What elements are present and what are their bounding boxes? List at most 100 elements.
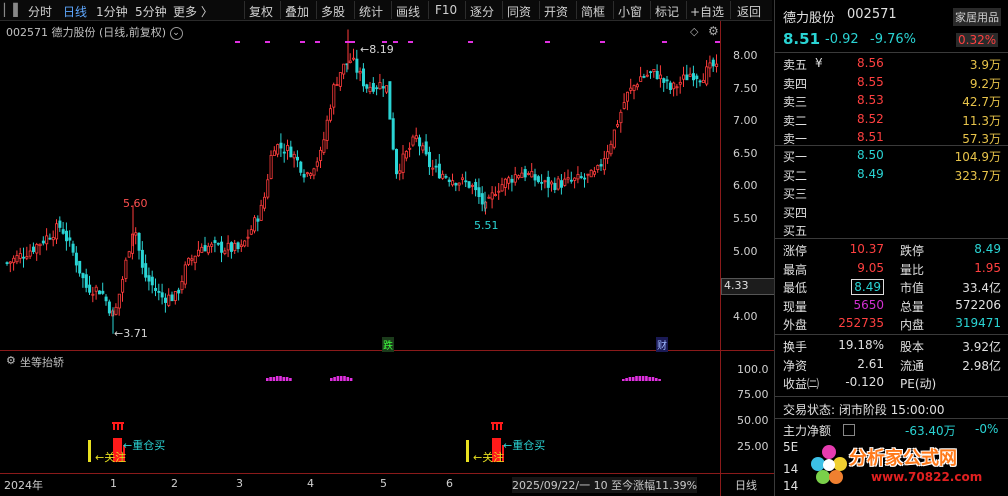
period-label[interactable]: 日线 — [735, 477, 757, 493]
ask-row[interactable]: 卖三 8.53 42.7万 — [775, 93, 1008, 111]
stat-label: 流通 — [900, 358, 925, 373]
candle-body — [711, 59, 715, 67]
stat-row: 现量 5650 总量 572206 — [775, 298, 1008, 316]
candle-body — [701, 79, 705, 83]
candle-body — [639, 76, 643, 82]
watermark-logo: 分析家公式网 www.70822.com — [809, 440, 1007, 490]
indicator-settings-icon[interactable]: ⚙ — [6, 354, 16, 367]
candlestick-series — [5, 29, 719, 334]
signal-dot — [545, 41, 550, 43]
candle-body — [150, 276, 154, 286]
candle-body — [553, 182, 557, 191]
candle-body — [708, 62, 712, 69]
candle-body — [38, 243, 42, 247]
candle-body — [596, 165, 600, 170]
indicator-bar — [622, 379, 625, 381]
candle-body — [470, 184, 474, 187]
candle-body — [193, 255, 197, 264]
main-net-label: 主力净额 — [783, 424, 832, 438]
stat-label: 换手 — [783, 340, 808, 354]
candle-body — [543, 180, 547, 183]
ask-row[interactable]: 卖五 ¥8.56 3.9万 — [775, 56, 1008, 74]
stat-row: 外盘 252735 内盘 319471 — [775, 316, 1008, 334]
candle-body — [114, 306, 118, 315]
x-label-1: 1 — [110, 477, 117, 490]
stat-label: 最高 — [783, 262, 808, 277]
indicator-bar — [289, 378, 292, 381]
candle-body — [530, 171, 534, 178]
candle-body — [253, 217, 257, 232]
signal-dot — [315, 41, 320, 43]
buy-arrow-icon — [117, 424, 119, 430]
stat-value: 8.49 — [851, 279, 884, 295]
candle-body — [262, 196, 266, 209]
bid-row[interactable]: 买一 8.50 104.9万 — [775, 148, 1008, 166]
ask-row[interactable]: 卖四 8.55 9.2万 — [775, 75, 1008, 93]
candle-body — [404, 151, 408, 159]
industry-tag[interactable]: 家居用品 — [953, 8, 1001, 26]
ask-label: 卖三 — [783, 95, 808, 109]
last-price: 8.51 — [783, 30, 821, 48]
bid-label: 买四 — [783, 205, 808, 220]
candle-body — [652, 68, 656, 73]
candle-body — [18, 253, 22, 259]
candle-body — [520, 172, 524, 178]
indicator-bar — [638, 376, 642, 381]
buy-arrow-icon — [120, 422, 124, 424]
stat-label: PE(动) — [900, 377, 937, 391]
heavy-buy-label-1: ←重仓买 — [123, 439, 166, 452]
candle-body — [74, 252, 78, 266]
list-icon[interactable] — [843, 424, 855, 436]
candle-body — [266, 179, 270, 198]
ask-row[interactable]: 卖二 8.52 11.3万 — [775, 112, 1008, 130]
candle-body — [332, 84, 336, 108]
candle-body — [655, 70, 659, 80]
candle-body — [695, 75, 699, 80]
candle-body — [668, 82, 672, 91]
bid-row[interactable]: 买三 — [775, 185, 1008, 203]
buy-arrow-icon — [500, 424, 502, 430]
candle-body — [289, 146, 293, 158]
candle-body — [157, 291, 161, 293]
indicator-axis-100: 100.0 — [737, 363, 769, 376]
signal-dot — [265, 41, 270, 43]
candle-body — [5, 262, 9, 265]
candle-body — [593, 171, 597, 175]
candle-body — [84, 274, 88, 288]
candle-body — [325, 119, 329, 141]
watermark-title: 分析家公式网 — [849, 448, 957, 469]
candle-body — [236, 242, 240, 249]
candle-body — [688, 73, 692, 77]
candle-body — [464, 180, 468, 183]
event-drop-marker[interactable]: 跌 — [382, 337, 394, 352]
candle-body — [566, 177, 570, 180]
indicator-bar — [285, 377, 289, 381]
candle-body — [550, 181, 554, 185]
ask-volume: 11.3万 — [962, 113, 1001, 128]
candle-body — [216, 242, 220, 245]
candle-body — [239, 244, 243, 247]
stat-label: 内盘 — [900, 318, 925, 332]
event-finance-marker[interactable]: 财 — [656, 337, 668, 352]
candle-body — [573, 177, 577, 181]
bid-row[interactable]: 买四 — [775, 204, 1008, 222]
bid-row[interactable]: 买二 8.49 323.7万 — [775, 167, 1008, 185]
annotation-low: ←3.71 — [114, 327, 148, 340]
candle-body — [206, 245, 210, 254]
candle-body — [315, 161, 319, 167]
stat-label: 现量 — [783, 299, 808, 314]
watch-label-2: ←关注 — [473, 451, 505, 464]
indicator-bar — [275, 376, 279, 381]
x-label-year: 2024年 — [4, 479, 43, 492]
candle-body — [685, 74, 689, 81]
candle-body — [233, 242, 237, 251]
quote-panel: 德力股份 002571 家居用品 8.51 -0.92 -9.76% 0.32%… — [774, 0, 1008, 496]
candle-body — [177, 289, 181, 294]
currency-icon: ¥ — [815, 56, 823, 70]
candle-body — [78, 260, 82, 274]
indicator-bar — [625, 378, 628, 381]
bid-label: 买三 — [783, 187, 808, 201]
candle-body — [358, 70, 362, 74]
watch-signal-bar — [466, 440, 469, 462]
candle-body — [427, 151, 431, 168]
